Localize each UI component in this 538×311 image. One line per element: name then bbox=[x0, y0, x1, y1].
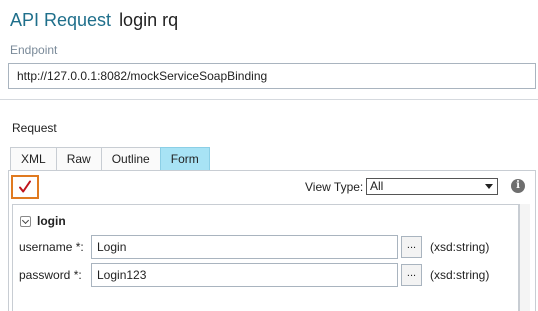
tab-xml[interactable]: XML bbox=[10, 147, 57, 171]
app-title: API Request bbox=[10, 10, 112, 30]
view-type-select[interactable]: All bbox=[366, 178, 498, 195]
tab-outline[interactable]: Outline bbox=[100, 147, 161, 171]
section-title-login: login bbox=[37, 214, 66, 228]
username-browse-button[interactable]: ... bbox=[401, 236, 422, 258]
request-label: Request bbox=[12, 121, 57, 135]
view-type-value: All bbox=[370, 179, 384, 193]
collapse-icon[interactable] bbox=[20, 216, 31, 227]
section-divider bbox=[0, 99, 538, 100]
chevron-down-icon bbox=[485, 184, 493, 189]
username-type: (xsd:string) bbox=[430, 240, 490, 254]
request-name: login rq bbox=[119, 10, 179, 30]
page-title: API Request login rq bbox=[10, 10, 178, 34]
info-icon[interactable]: i bbox=[511, 179, 525, 193]
username-label: username *: bbox=[19, 240, 84, 254]
password-browse-button[interactable]: ... bbox=[401, 264, 422, 286]
validate-button[interactable] bbox=[11, 175, 39, 199]
password-input[interactable]: Login123 bbox=[91, 263, 398, 287]
username-input[interactable]: Login bbox=[91, 235, 398, 259]
view-type-label: View Type: bbox=[305, 180, 364, 194]
request-tabs: XML Raw Outline Form bbox=[10, 147, 210, 171]
password-label: password *: bbox=[19, 268, 82, 282]
vertical-scrollbar[interactable] bbox=[519, 204, 530, 311]
password-type: (xsd:string) bbox=[430, 268, 490, 282]
tab-form[interactable]: Form bbox=[159, 147, 210, 171]
endpoint-label: Endpoint bbox=[10, 43, 58, 57]
endpoint-input[interactable]: http://127.0.0.1:8082/mockServiceSoapBin… bbox=[8, 63, 536, 89]
tab-raw[interactable]: Raw bbox=[55, 147, 102, 171]
checkmark-icon bbox=[19, 180, 31, 193]
